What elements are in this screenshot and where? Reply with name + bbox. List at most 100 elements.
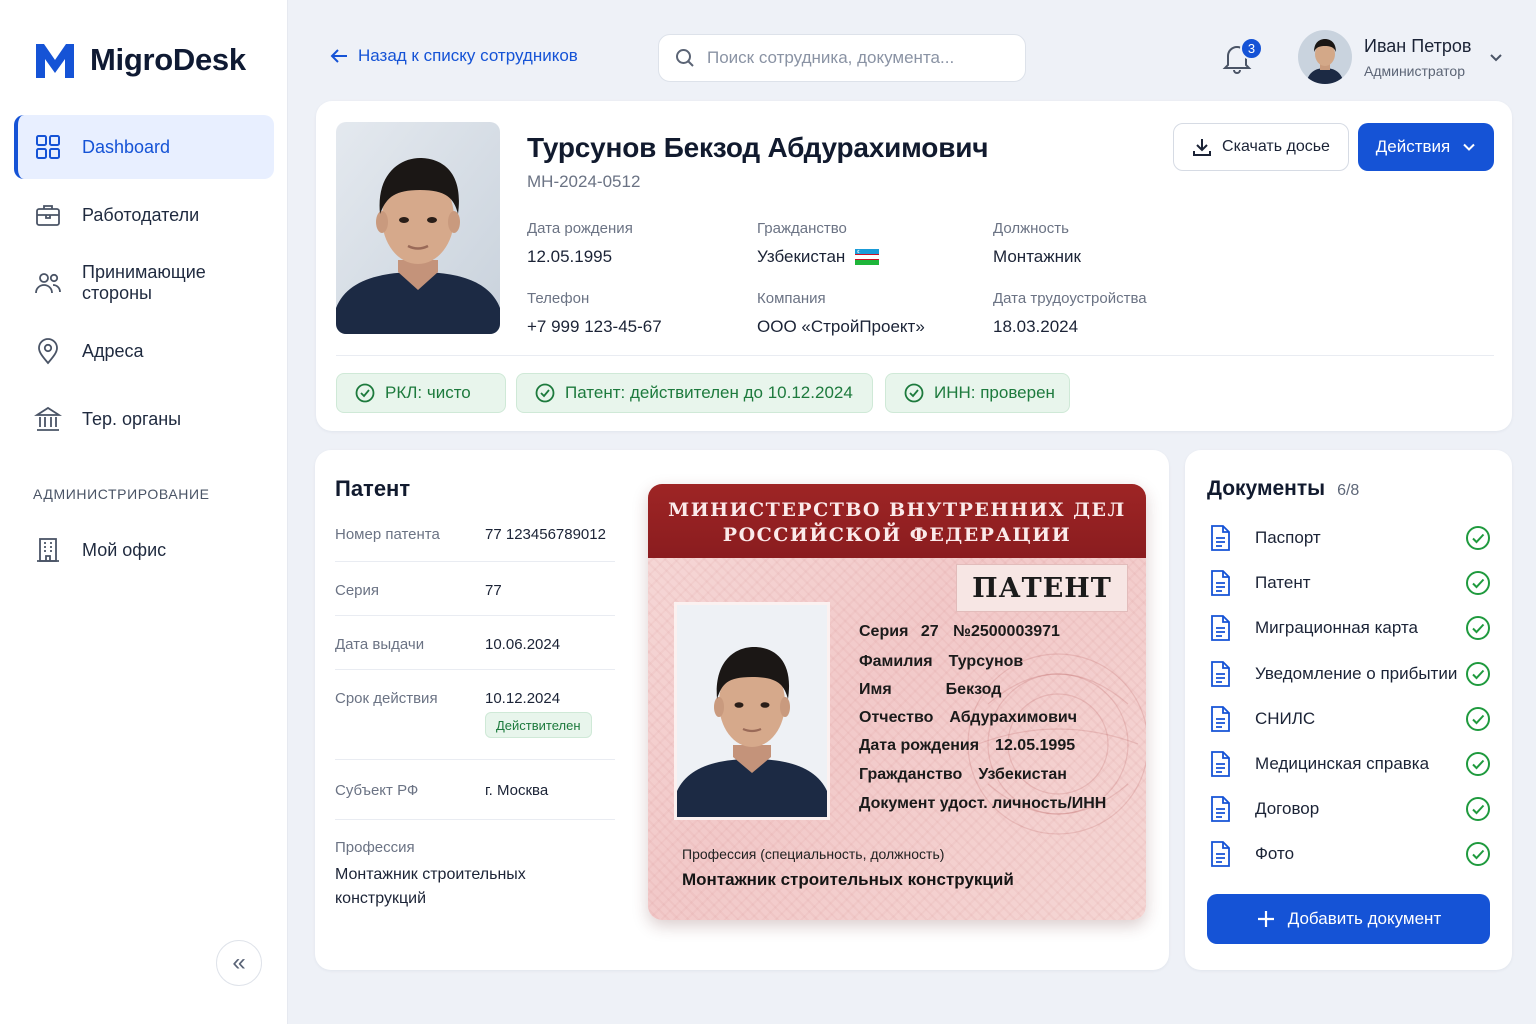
sidebar-item-addresses[interactable]: Адреса <box>14 319 274 383</box>
sidebar-item-territorial-bodies[interactable]: Тер. органы <box>14 387 274 451</box>
file-document-icon <box>1211 751 1230 777</box>
document-list-item[interactable]: Паспорт <box>1207 523 1491 553</box>
file-document-icon <box>1211 615 1230 642</box>
document-field-value: Турсунов <box>948 653 1024 670</box>
status-badge-rkl: РКЛ: чисто <box>336 373 506 413</box>
grid-icon <box>36 135 60 159</box>
field-birth-date: Дата рождения 12.05.1995 <box>527 220 633 267</box>
patent-section-title: Патент <box>335 476 411 501</box>
back-link-label: Назад к списку сотрудников <box>358 46 578 65</box>
patent-row-label: Дата выдачи <box>335 636 425 653</box>
sidebar-item-dashboard[interactable]: Dashboard <box>14 115 274 179</box>
document-list-item-label: Паспорт <box>1255 528 1321 547</box>
map-pin-icon <box>38 338 58 365</box>
search-input[interactable] <box>707 48 1007 68</box>
chevron-down-icon <box>1463 143 1475 151</box>
sidebar-item-employers[interactable]: Работодатели <box>14 183 274 247</box>
patent-row-label: Срок действия <box>335 690 438 707</box>
document-line: Документ удост. личность/ИНН <box>859 795 1106 813</box>
document-list-item[interactable]: Договор <box>1207 794 1491 824</box>
check-circle-icon <box>1466 706 1490 731</box>
sidebar-item-host-parties[interactable]: Принимающие стороны <box>14 251 274 315</box>
check-circle-icon <box>355 383 375 403</box>
patent-document-image[interactable]: МИНИСТЕРСТВО ВНУТРЕННИХ ДЕЛ РОССИЙСКОЙ Ф… <box>648 484 1146 920</box>
field-position: Должность Монтажник <box>993 220 1081 267</box>
field-label: Телефон <box>527 290 590 307</box>
add-document-button[interactable]: Добавить документ <box>1207 894 1490 944</box>
check-circle-icon <box>1466 661 1490 686</box>
document-list-item[interactable]: Уведомление о прибытии <box>1207 659 1491 689</box>
search-box[interactable] <box>658 34 1026 82</box>
sidebar-item-my-office[interactable]: Мой офис <box>14 518 274 582</box>
field-value: Монтажник <box>993 247 1081 266</box>
double-chevron-left-icon: « <box>232 949 246 976</box>
file-document-icon <box>1211 705 1230 732</box>
employee-profile-card: Турсунов Бекзод Абдурахимович МН-2024-05… <box>316 101 1512 431</box>
documents-count: 6/8 <box>1337 482 1360 499</box>
download-dossier-button[interactable]: Скачать досье <box>1173 123 1349 171</box>
patent-row-value: 10.12.2024 <box>485 690 561 707</box>
document-header-line: МИНИСТЕРСТВО ВНУТРЕННИХ ДЕЛ <box>668 499 1126 521</box>
patent-row-validity: Срок действия 10.12.2024 Действителен <box>335 670 615 760</box>
file-document-icon <box>1211 570 1230 597</box>
add-document-label: Добавить документ <box>1287 909 1442 928</box>
download-icon <box>1193 139 1212 156</box>
field-company: Компания ООО «СтройПроект» <box>757 290 925 337</box>
check-circle-icon <box>1466 752 1490 776</box>
chevron-down-icon[interactable] <box>1488 50 1504 66</box>
app-logo[interactable]: MigroDesk <box>34 40 246 80</box>
sidebar-item-label: Мой офис <box>82 539 167 560</box>
briefcase-icon <box>36 205 60 226</box>
document-list-item[interactable]: СНИЛС <box>1207 704 1491 734</box>
document-field-value: Абдурахимович <box>949 709 1078 726</box>
field-label: Должность <box>993 220 1069 237</box>
document-field-label: Серия <box>859 623 909 640</box>
patent-row-value: 10.06.2024 <box>485 636 561 653</box>
patent-row-region: Субъект РФ г. Москва <box>335 760 615 820</box>
user-menu[interactable]: Иван Петров Администратор <box>1298 30 1471 84</box>
field-value[interactable]: +7 999 123-45-67 <box>527 317 662 337</box>
check-circle-icon <box>1466 842 1490 867</box>
actions-label: Действия <box>1375 137 1451 156</box>
document-list-item-label: Медицинская справка <box>1255 754 1430 773</box>
sidebar-nav: Dashboard Работодатели Принимающие сторо… <box>14 115 274 455</box>
plus-icon <box>1257 911 1274 927</box>
back-to-employees-link[interactable]: Назад к списку сотрудников <box>330 46 578 66</box>
check-circle-icon <box>1466 616 1490 641</box>
document-list-item[interactable]: Медицинская справка <box>1207 749 1491 779</box>
actions-dropdown-button[interactable]: Действия <box>1358 123 1494 171</box>
user-name: Иван Петров <box>1364 35 1472 56</box>
sidebar-admin-nav: Мой офис <box>14 518 274 586</box>
document-line: Дата рождения 12.05.1995 <box>859 737 1075 755</box>
check-circle-icon <box>1466 571 1490 596</box>
document-field-value: 27 <box>920 623 939 640</box>
patent-row-number: Номер патента 77 123456789012 <box>335 520 615 562</box>
document-list-item[interactable]: Патент <box>1207 568 1491 598</box>
document-field-value: Узбекистан <box>978 766 1067 783</box>
collapse-sidebar-button[interactable]: « <box>216 940 262 986</box>
file-document-icon <box>1211 525 1230 551</box>
patent-row-value: 77 123456789012 <box>485 526 606 543</box>
status-badge: Действителен <box>485 712 592 738</box>
patent-card: Патент Номер патента 77 123456789012 Сер… <box>315 450 1169 970</box>
field-label: Гражданство <box>757 220 847 237</box>
notifications-badge: 3 <box>1240 37 1263 60</box>
patent-row-issue-date: Дата выдачи 10.06.2024 <box>335 616 615 670</box>
status-badge-label: Патент: действителен до 10.12.2024 <box>565 383 853 402</box>
document-field-label: Имя <box>859 681 892 698</box>
document-list-item[interactable]: Миграционная карта <box>1207 613 1491 643</box>
file-document-icon <box>1211 660 1230 687</box>
document-header: МИНИСТЕРСТВО ВНУТРЕННИХ ДЕЛ РОССИЙСКОЙ Ф… <box>648 484 1146 558</box>
sidebar-item-label: Работодатели <box>82 204 200 225</box>
document-series-line: Серия 27 №2500003971 <box>859 623 1060 641</box>
field-value: 18.03.2024 <box>993 317 1079 336</box>
status-badge-patent: Патент: действителен до 10.12.2024 <box>516 373 873 413</box>
patent-row-series: Серия 77 <box>335 562 615 616</box>
field-label: Компания <box>757 290 826 307</box>
users-icon <box>35 273 61 294</box>
document-list-item[interactable]: Фото <box>1207 839 1491 869</box>
patent-row-value: г. Москва <box>485 782 549 799</box>
status-badge-label: РКЛ: чисто <box>385 383 471 402</box>
user-role: Администратор <box>1364 62 1466 79</box>
document-line: Гражданство Узбекистан <box>859 766 1067 784</box>
